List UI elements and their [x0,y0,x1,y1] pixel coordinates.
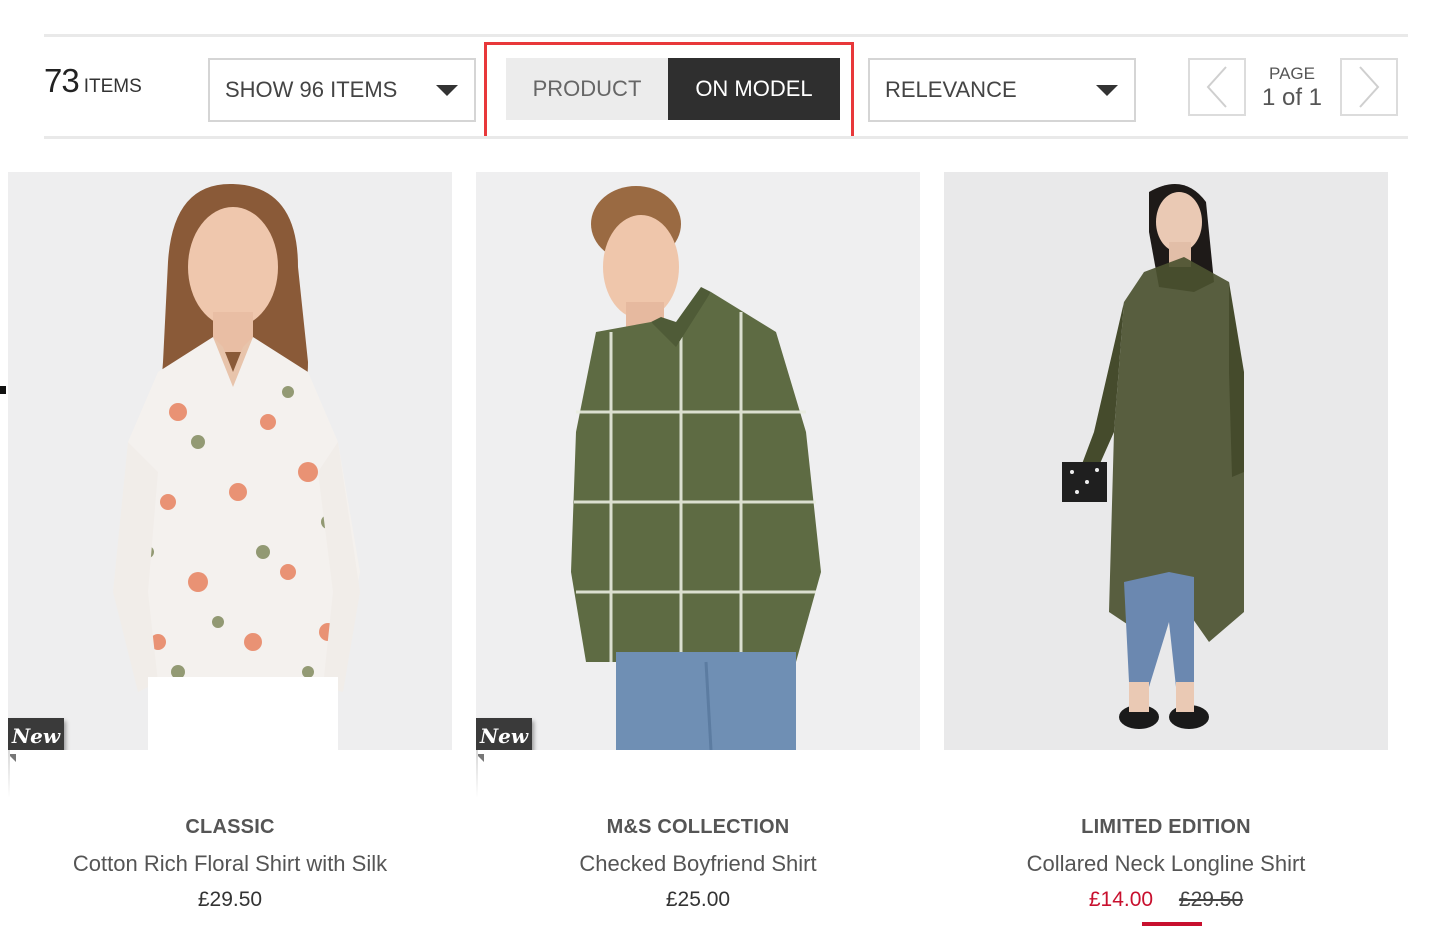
product-image[interactable]: New [476,172,920,750]
pagination-info: PAGE 1 of 1 [1250,64,1334,112]
product-price: £14.00 £29.50 [944,888,1388,912]
page-label: PAGE [1269,64,1315,83]
card-shadow [476,750,478,798]
toolbar-top-divider [44,34,1408,37]
toolbar-bottom-divider [44,136,1408,139]
product-card[interactable]: LIMITED EDITION Collared Neck Longline S… [944,172,1388,926]
model-floral-shirt-image [8,172,452,750]
product-brand: CLASSIC [185,816,275,838]
model-longline-shirt-image [944,172,1388,750]
sale-indicator [1142,922,1202,926]
product-card[interactable]: New M&S COLLECTION Checked Boyfriend Shi… [476,172,920,912]
previous-page-button[interactable] [1188,58,1246,116]
view-product-button[interactable]: PRODUCT [506,58,668,120]
sale-price: £14.00 [1088,888,1154,911]
sort-select-value: RELEVANCE [885,77,1017,102]
product-price: £25.00 [665,888,731,911]
product-info: LIMITED EDITION Collared Neck Longline S… [944,816,1388,912]
product-image[interactable] [944,172,1388,750]
page-value: 1 of 1 [1261,84,1323,111]
product-name[interactable]: Collared Neck Longline Shirt [944,851,1388,877]
product-listing-page: 73 ITEMS SHOW 96 ITEMS PRODUCT ON MODEL … [0,0,1448,926]
view-on-model-button[interactable]: ON MODEL [668,58,840,120]
card-shadow [8,750,10,798]
items-per-page-value: SHOW 96 ITEMS [225,77,398,102]
product-brand: M&S COLLECTION [606,816,790,838]
view-toggle: PRODUCT ON MODEL [506,58,840,120]
chevron-right-icon [1359,66,1380,108]
was-price: £29.50 [1178,888,1244,911]
product-info: CLASSIC Cotton Rich Floral Shirt with Si… [8,816,452,912]
new-badge: New [476,718,532,750]
item-count-number: 73 [44,62,80,99]
model-checked-shirt-image [476,172,920,750]
chevron-left-icon [1206,66,1227,108]
item-count: 73 ITEMS [44,62,142,100]
product-card[interactable]: New CLASSIC Cotton Rich Floral Shirt wit… [8,172,452,912]
product-name[interactable]: Checked Boyfriend Shirt [476,851,920,877]
product-price: £29.50 [197,888,263,911]
product-info: M&S COLLECTION Checked Boyfriend Shirt £… [476,816,920,912]
next-page-button[interactable] [1340,58,1398,116]
sort-select[interactable]: RELEVANCE [868,58,1136,122]
edge-marker [0,386,6,394]
chevron-down-icon [436,84,458,96]
product-brand: LIMITED EDITION [1081,816,1251,838]
chevron-down-icon [1096,84,1118,96]
items-per-page-select[interactable]: SHOW 96 ITEMS [208,58,476,122]
product-name[interactable]: Cotton Rich Floral Shirt with Silk [8,851,452,877]
product-image[interactable]: New [8,172,452,750]
new-badge: New [8,718,64,750]
item-count-label: ITEMS [83,76,142,97]
